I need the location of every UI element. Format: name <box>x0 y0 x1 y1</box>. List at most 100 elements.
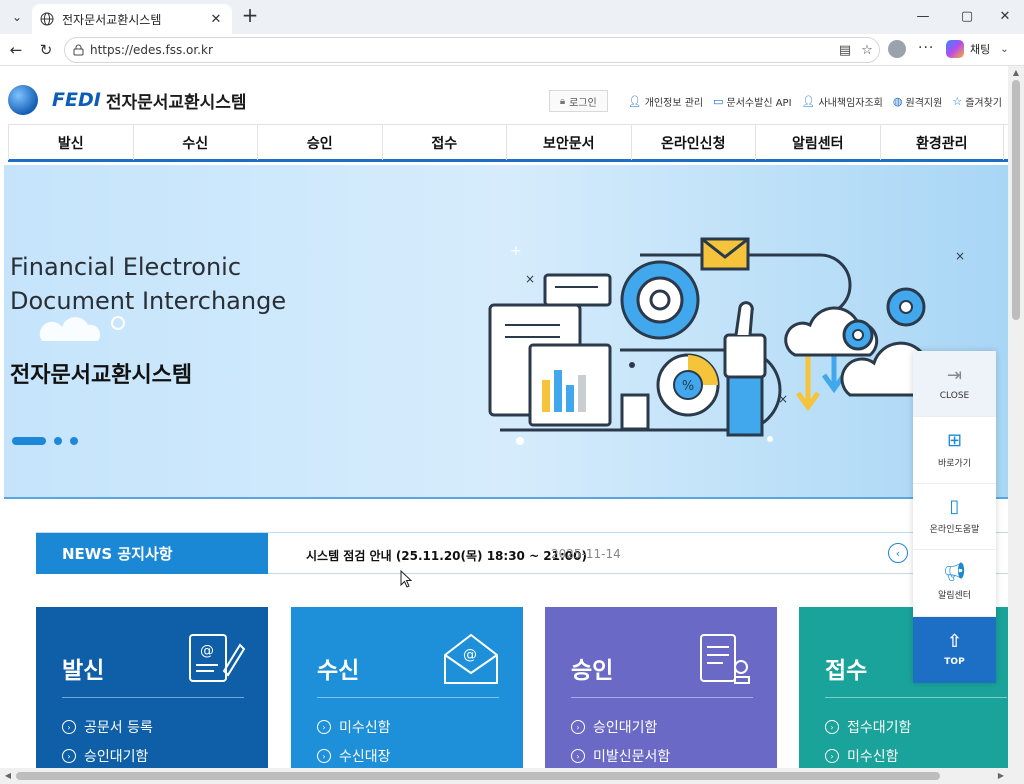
carousel-indicators <box>12 437 78 445</box>
reader-view-icon[interactable]: ▤ <box>837 43 853 59</box>
bookmark-icon: ▯ <box>949 495 960 517</box>
quick-top-label: TOP <box>944 656 965 667</box>
login-label: 로그인 <box>569 97 597 109</box>
svg-text:@: @ <box>200 643 214 659</box>
quick-top-button[interactable]: ⇧ TOP <box>913 616 996 683</box>
chevron-right-icon: › <box>825 720 839 734</box>
scroll-up-arrow-icon[interactable]: ▲ <box>1011 68 1021 78</box>
carousel-dot[interactable] <box>70 437 78 445</box>
card-link-label: 수신대장 <box>339 749 391 765</box>
officer-label: 사내책임자조회 <box>818 97 883 109</box>
news-date: 2025-11-14 <box>551 547 621 561</box>
remote-support-link[interactable]: ◍ 원격지원 <box>893 94 942 109</box>
quick-help-button[interactable]: ▯ 온라인도움말 <box>913 483 996 551</box>
chevron-right-icon: › <box>62 749 76 763</box>
card-link-label: 미발신문서함 <box>593 749 671 765</box>
card-link[interactable]: › 접수대기함 <box>825 717 911 737</box>
gnb-settings[interactable]: 환경관리 <box>879 125 1004 160</box>
svg-text:×: × <box>778 392 788 406</box>
card-receive[interactable]: 수신 @ › 미수신함 › 수신대장 <box>291 607 523 768</box>
svg-text:+: + <box>510 243 522 259</box>
gnb-online-apply[interactable]: 온라인신청 <box>630 125 756 160</box>
cloud-decoration-icon <box>39 316 125 341</box>
quick-close-label: CLOSE <box>939 390 970 401</box>
chevron-down-icon: ⌄ <box>1000 43 1009 55</box>
hero-divider <box>4 497 1008 499</box>
carousel-dot[interactable] <box>54 437 62 445</box>
browser-tab[interactable]: 전자문서교환시스템 ✕ <box>32 4 232 34</box>
card-link-label: 승인대기함 <box>593 720 658 736</box>
card-send[interactable]: 발신 @ › 공문서 등록 › 승인대기함 <box>36 607 268 768</box>
quick-close-button[interactable]: ⇥ CLOSE <box>913 351 996 418</box>
card-link[interactable]: › 공문서 등록 <box>62 717 153 737</box>
hero-illustration: % + × × × <box>488 237 965 445</box>
login-button[interactable]: 🔒︎ 로그인 <box>548 90 608 112</box>
gnb-secure-docs[interactable]: 보안문서 <box>506 125 631 160</box>
svg-text:×: × <box>525 272 535 286</box>
page-viewport: FEDI 전자문서교환시스템 🔒︎ 로그인 👤︎ 개인정보 관리 ▭ 문서수발신… <box>4 66 1008 768</box>
card-link-label: 미수신함 <box>339 720 391 736</box>
quick-menu: ⇥ CLOSE ⊞ 바로가기 ▯ 온라인도움말 📢︎ 알림센터 ⇧ TOP <box>913 351 996 683</box>
utility-menu: 🔒︎ 로그인 👤︎ 개인정보 관리 ▭ 문서수발신 API 👤︎ 사내책임자조회… <box>548 90 1002 112</box>
favorites-label: 즐겨찾기 <box>965 97 1002 109</box>
arrow-up-icon: ⇧ <box>946 630 963 652</box>
card-divider <box>825 697 1007 698</box>
copilot-chat-button[interactable]: 채팅 ⌄ <box>946 40 1009 58</box>
star-icon: ☆ <box>952 94 963 108</box>
api-icon: ▭ <box>713 94 724 108</box>
tab-actions-chevron-icon[interactable]: ⌄ <box>6 7 28 27</box>
vertical-scroll-thumb[interactable] <box>1012 80 1020 320</box>
gnb-approve[interactable]: 승인 <box>257 125 382 160</box>
api-link[interactable]: ▭ 문서수발신 API <box>713 94 791 109</box>
grid-icon: ⊞ <box>946 429 963 451</box>
news-headline[interactable]: 시스템 점검 안내 (25.11.20(목) 18:30 ~ 21:00) <box>306 547 587 564</box>
quick-shortcut-label: 바로가기 <box>937 458 972 469</box>
gnb-receive[interactable]: 수신 <box>132 125 258 160</box>
gnb-accept[interactable]: 접수 <box>381 125 507 160</box>
horizontal-scrollbar[interactable]: ◀ ▶ <box>0 768 1024 784</box>
quick-shortcut-button[interactable]: ⊞ 바로가기 <box>913 417 996 484</box>
browser-address-bar: ← ↻ https://edes.fss.or.kr ▤ ☆ <box>0 34 1024 66</box>
vertical-scrollbar[interactable]: ▲ <box>1008 66 1024 768</box>
tab-close-icon[interactable]: ✕ <box>208 12 224 27</box>
site-logo[interactable]: FEDI 전자문서교환시스템 <box>8 85 247 115</box>
privacy-link[interactable]: 👤︎ 개인정보 관리 <box>628 94 703 109</box>
more-options-icon[interactable]: ··· <box>918 40 934 56</box>
new-tab-plus-icon[interactable]: + <box>240 5 260 26</box>
minimize-icon[interactable]: — <box>908 6 938 26</box>
url-input[interactable]: https://edes.fss.or.kr ▤ ☆ <box>64 37 880 63</box>
news-label[interactable]: NEWS 공지사항 <box>36 533 268 574</box>
favorite-star-icon[interactable]: ☆ <box>859 43 875 59</box>
tab-title: 전자문서교환시스템 <box>62 12 162 27</box>
profile-avatar[interactable] <box>888 40 906 58</box>
card-title: 발신 <box>62 658 105 684</box>
card-link[interactable]: › 미수신함 <box>825 746 899 766</box>
scroll-right-arrow-icon[interactable]: ▶ <box>996 771 1006 781</box>
card-link[interactable]: › 미발신문서함 <box>571 746 670 766</box>
maximize-icon[interactable]: ▢ <box>952 6 982 26</box>
carousel-dot-active[interactable] <box>12 437 46 445</box>
back-arrow-icon[interactable]: ← <box>6 40 26 60</box>
gnb-notification-center[interactable]: 알림센터 <box>755 125 880 160</box>
card-link[interactable]: › 수신대장 <box>317 746 391 766</box>
globe-icon: ◍ <box>892 94 903 108</box>
gnb-send[interactable]: 발신 <box>8 125 133 160</box>
card-approve[interactable]: 승인 › 승인대기함 › 미발신문서함 <box>545 607 777 768</box>
card-link[interactable]: › 승인대기함 <box>571 717 657 737</box>
officer-link[interactable]: 👤︎ 사내책임자조회 <box>802 94 883 109</box>
card-link[interactable]: › 승인대기함 <box>62 746 148 766</box>
chevron-right-icon: › <box>571 749 585 763</box>
favorites-link[interactable]: ☆ 즐겨찾기 <box>952 94 1002 109</box>
quick-notice-button[interactable]: 📢︎ 알림센터 <box>913 550 996 617</box>
news-prev-chevron-icon[interactable]: ‹ <box>888 543 908 563</box>
card-link[interactable]: › 미수신함 <box>317 717 391 737</box>
copilot-label: 채팅 <box>970 43 991 56</box>
reload-icon[interactable]: ↻ <box>36 40 56 60</box>
card-link-label: 접수대기함 <box>847 720 912 736</box>
person-search-icon: 👤︎ <box>801 94 816 108</box>
horizontal-scroll-thumb[interactable] <box>16 772 940 780</box>
scroll-left-arrow-icon[interactable]: ◀ <box>3 771 13 781</box>
card-divider <box>62 697 244 698</box>
svg-text:@: @ <box>463 647 477 663</box>
window-close-icon[interactable]: ✕ <box>990 6 1020 26</box>
